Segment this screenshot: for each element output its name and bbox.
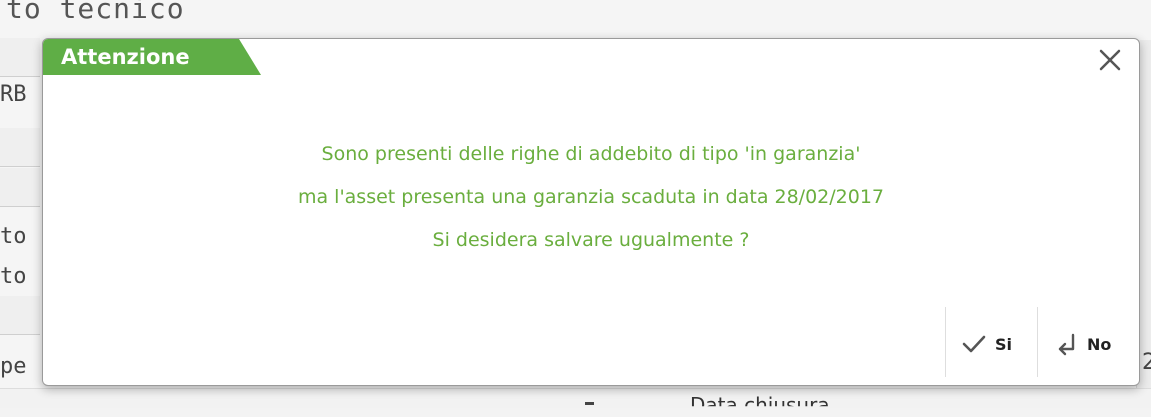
dropdown-arrow-icon — [585, 402, 594, 405]
close-icon — [1099, 49, 1121, 71]
window-title: to tecnico — [6, 0, 185, 25]
bg-field-row — [0, 168, 40, 207]
message-line: Si desidera salvare ugualmente ? — [432, 229, 750, 251]
bg-bottom-label: Data chiusura — [690, 393, 830, 417]
yes-button-label: Si — [995, 334, 1013, 354]
bg-field-fragment: to — [0, 224, 27, 249]
bg-field-row — [0, 296, 40, 335]
bg-field-fragment: pe — [0, 354, 27, 379]
yes-button[interactable]: Si — [961, 325, 1012, 363]
alert-dialog: Attenzione Sono presenti delle righe di … — [42, 38, 1140, 386]
message-line: Sono presenti delle righe di addebito di… — [321, 143, 861, 165]
bg-field-fragment: to — [0, 264, 27, 289]
bg-field-row — [0, 128, 40, 167]
bg-field-fragment: 2 — [1142, 350, 1151, 375]
no-button-label: No — [1087, 334, 1112, 354]
dialog-message: Sono presenti delle righe di addebito di… — [43, 133, 1139, 262]
bg-field-fragment: RB — [0, 82, 27, 107]
dialog-title-tab: Attenzione — [43, 39, 261, 75]
checkmark-icon — [962, 335, 986, 353]
button-divider — [1037, 307, 1038, 377]
message-line: ma l'asset presenta una garanzia scaduta… — [297, 186, 885, 208]
close-button[interactable] — [1095, 45, 1125, 75]
no-button[interactable]: No — [1055, 325, 1111, 363]
return-arrow-icon — [1058, 333, 1075, 356]
bg-field-row — [0, 38, 40, 77]
bg-bottom-bar — [0, 388, 1151, 408]
dialog-title: Attenzione — [61, 45, 190, 69]
button-divider — [945, 307, 946, 377]
